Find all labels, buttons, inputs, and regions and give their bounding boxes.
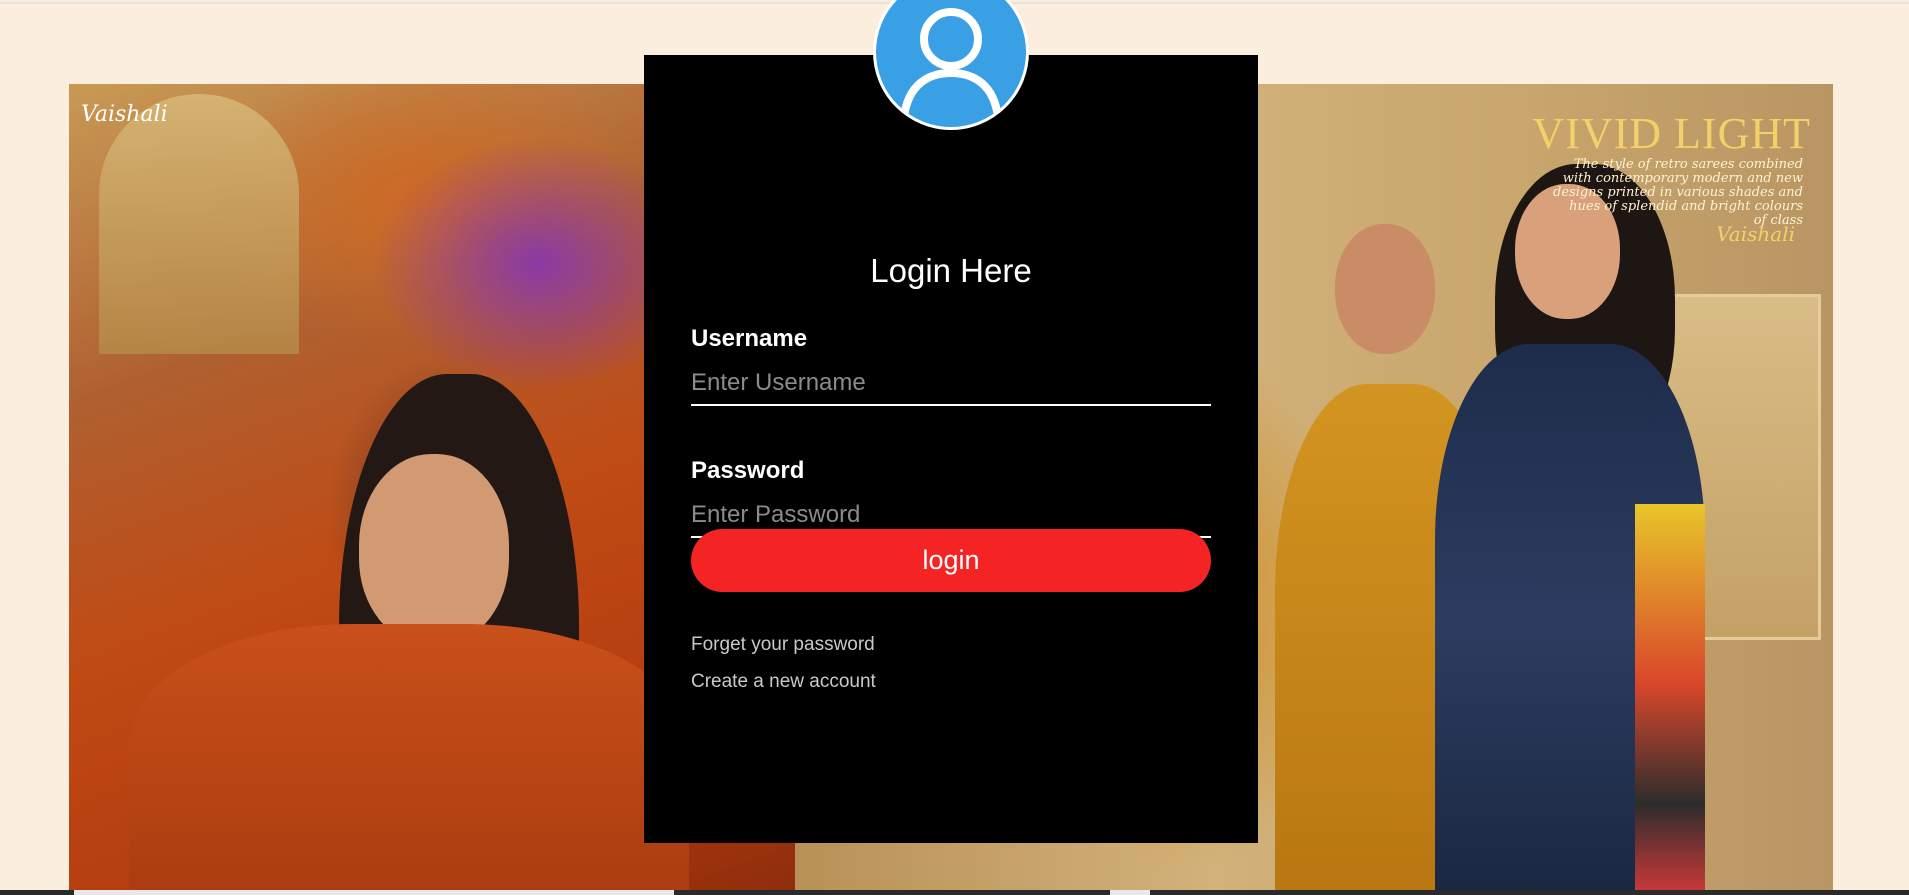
- model-saree-pallu: [1635, 504, 1705, 895]
- model-face-left: [1335, 224, 1435, 354]
- bottom-strip-segment: [1110, 890, 1150, 895]
- login-card: Login Here Username Password login Forge…: [644, 55, 1258, 843]
- login-title: Login Here: [870, 252, 1032, 289]
- background-arch: [99, 94, 299, 354]
- user-avatar: [873, 0, 1029, 132]
- brand-logo-right: Vaishali: [1716, 222, 1795, 246]
- user-avatar-icon: [873, 0, 1029, 130]
- collection-title: VIVID LIGHT: [1532, 109, 1811, 158]
- username-input[interactable]: [691, 362, 1211, 406]
- model-face: [359, 454, 509, 644]
- brand-logo-left: Vaishali: [81, 102, 168, 127]
- model-saree: [129, 624, 689, 895]
- create-account-link[interactable]: Create a new account: [691, 671, 876, 693]
- login-button[interactable]: login: [691, 529, 1211, 592]
- collection-description: The style of retro sarees combined with …: [1553, 157, 1803, 228]
- forgot-password-link[interactable]: Forget your password: [691, 634, 875, 656]
- bottom-strip-segment: [74, 890, 674, 895]
- login-page: Vaishali VIVID LIGHT The style of retro …: [0, 0, 1909, 895]
- bottom-scroll-strip: [0, 890, 1909, 895]
- password-label: Password: [691, 457, 805, 484]
- username-label: Username: [691, 325, 808, 352]
